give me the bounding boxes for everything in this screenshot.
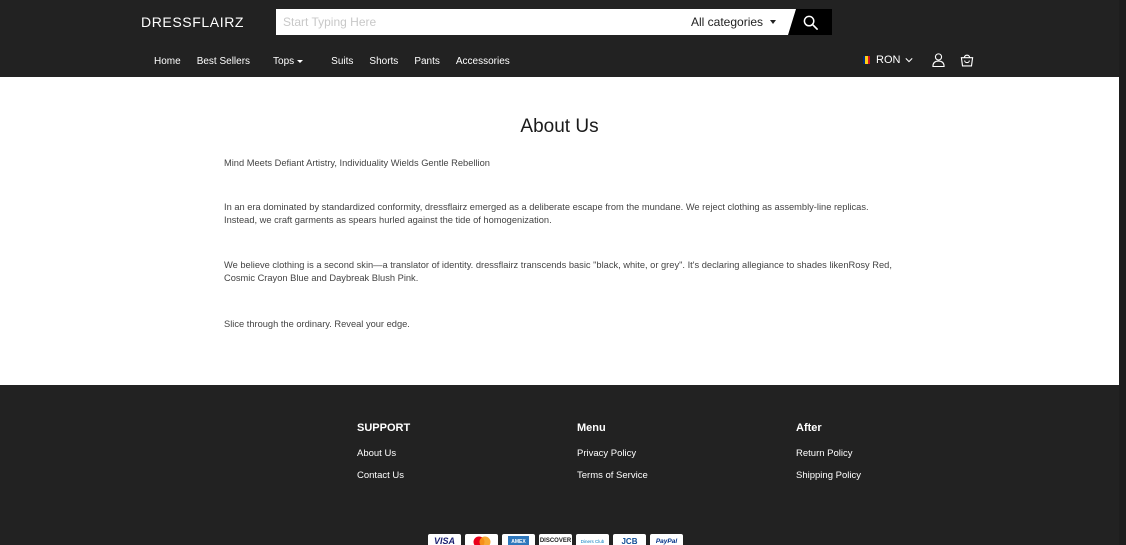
search-input[interactable] [276, 9, 696, 35]
page: DRESSFLAIRZ All categories Home Best Sel… [0, 0, 1119, 545]
nav-suits[interactable]: Suits [331, 54, 353, 68]
caret-down-icon [770, 20, 777, 24]
paypal-icon: PayPal [650, 534, 683, 545]
shopping-bag-icon[interactable] [960, 53, 974, 67]
discover-icon: DISCOVER [539, 534, 572, 545]
user-account-icon[interactable] [932, 53, 945, 67]
footer-after-heading: After [796, 422, 822, 434]
footer-support-column: SUPPORT About Us Contact Us [357, 422, 410, 492]
amex-icon: AMEX [502, 534, 535, 545]
footer-link-shipping-policy[interactable]: Shipping Policy [796, 470, 861, 481]
page-title: About Us [520, 116, 599, 137]
footer-link-return-policy[interactable]: Return Policy [796, 448, 861, 459]
footer-menu-heading: Menu [577, 422, 606, 434]
site-logo[interactable]: DRESSFLAIRZ [141, 14, 244, 30]
footer-link-privacy-policy[interactable]: Privacy Policy [577, 448, 648, 459]
search-icon [803, 15, 818, 30]
nav-pants[interactable]: Pants [414, 54, 440, 68]
nav-tops[interactable]: Tops [273, 54, 304, 68]
footer-after-column: After Return Policy Shipping Policy [796, 422, 861, 492]
caret-down-icon [297, 59, 304, 63]
site-header: DRESSFLAIRZ All categories Home Best Sel… [0, 0, 1119, 77]
site-footer: SUPPORT About Us Contact Us Menu Privacy… [0, 385, 1119, 545]
search-bar: All categories [276, 9, 832, 35]
nav-best-sellers[interactable]: Best Sellers [197, 54, 250, 68]
nav-shorts[interactable]: Shorts [369, 54, 398, 68]
diners-club-icon: Diners Club [576, 534, 609, 545]
footer-link-contact-us[interactable]: Contact Us [357, 470, 410, 481]
jcb-icon: JCB [613, 534, 646, 545]
footer-menu-column: Menu Privacy Policy Terms of Service [577, 422, 648, 492]
nav-accessories[interactable]: Accessories [456, 54, 510, 68]
currency-selector[interactable]: RON [863, 53, 914, 67]
flag-stripe-red [867, 56, 870, 64]
nav-home[interactable]: Home [154, 54, 181, 68]
nav-tops-label: Tops [273, 55, 295, 67]
currency-label: RON [876, 54, 901, 66]
about-paragraph-2: We believe clothing is a second skin—a t… [224, 260, 892, 283]
about-tagline: Mind Meets Defiant Artistry, Individuali… [224, 158, 490, 168]
footer-support-heading: SUPPORT [357, 422, 411, 434]
about-closing: Slice through the ordinary. Reveal your … [224, 319, 410, 329]
page-scrollbar[interactable] [1119, 0, 1126, 545]
romania-flag-icon [863, 56, 870, 64]
category-select-label: All categories [691, 15, 764, 29]
category-select[interactable]: All categories [691, 9, 796, 35]
footer-link-terms-of-service[interactable]: Terms of Service [577, 470, 648, 481]
payment-methods: VISA AMEX DISCOVER Diners Club JCB PayPa… [428, 534, 687, 545]
about-content: About Us Mind Meets Defiant Artistry, In… [0, 77, 1119, 385]
main-nav: Home Best Sellers Tops Suits Shorts Pant… [154, 54, 526, 68]
mastercard-circles-icon [473, 536, 490, 545]
chevron-down-icon [905, 58, 914, 63]
visa-icon: VISA [428, 534, 461, 545]
mastercard-icon [465, 534, 498, 545]
footer-link-about-us[interactable]: About Us [357, 448, 410, 459]
about-paragraph-1: In an era dominated by standardized conf… [224, 202, 869, 225]
amex-label: AMEX [508, 535, 529, 545]
